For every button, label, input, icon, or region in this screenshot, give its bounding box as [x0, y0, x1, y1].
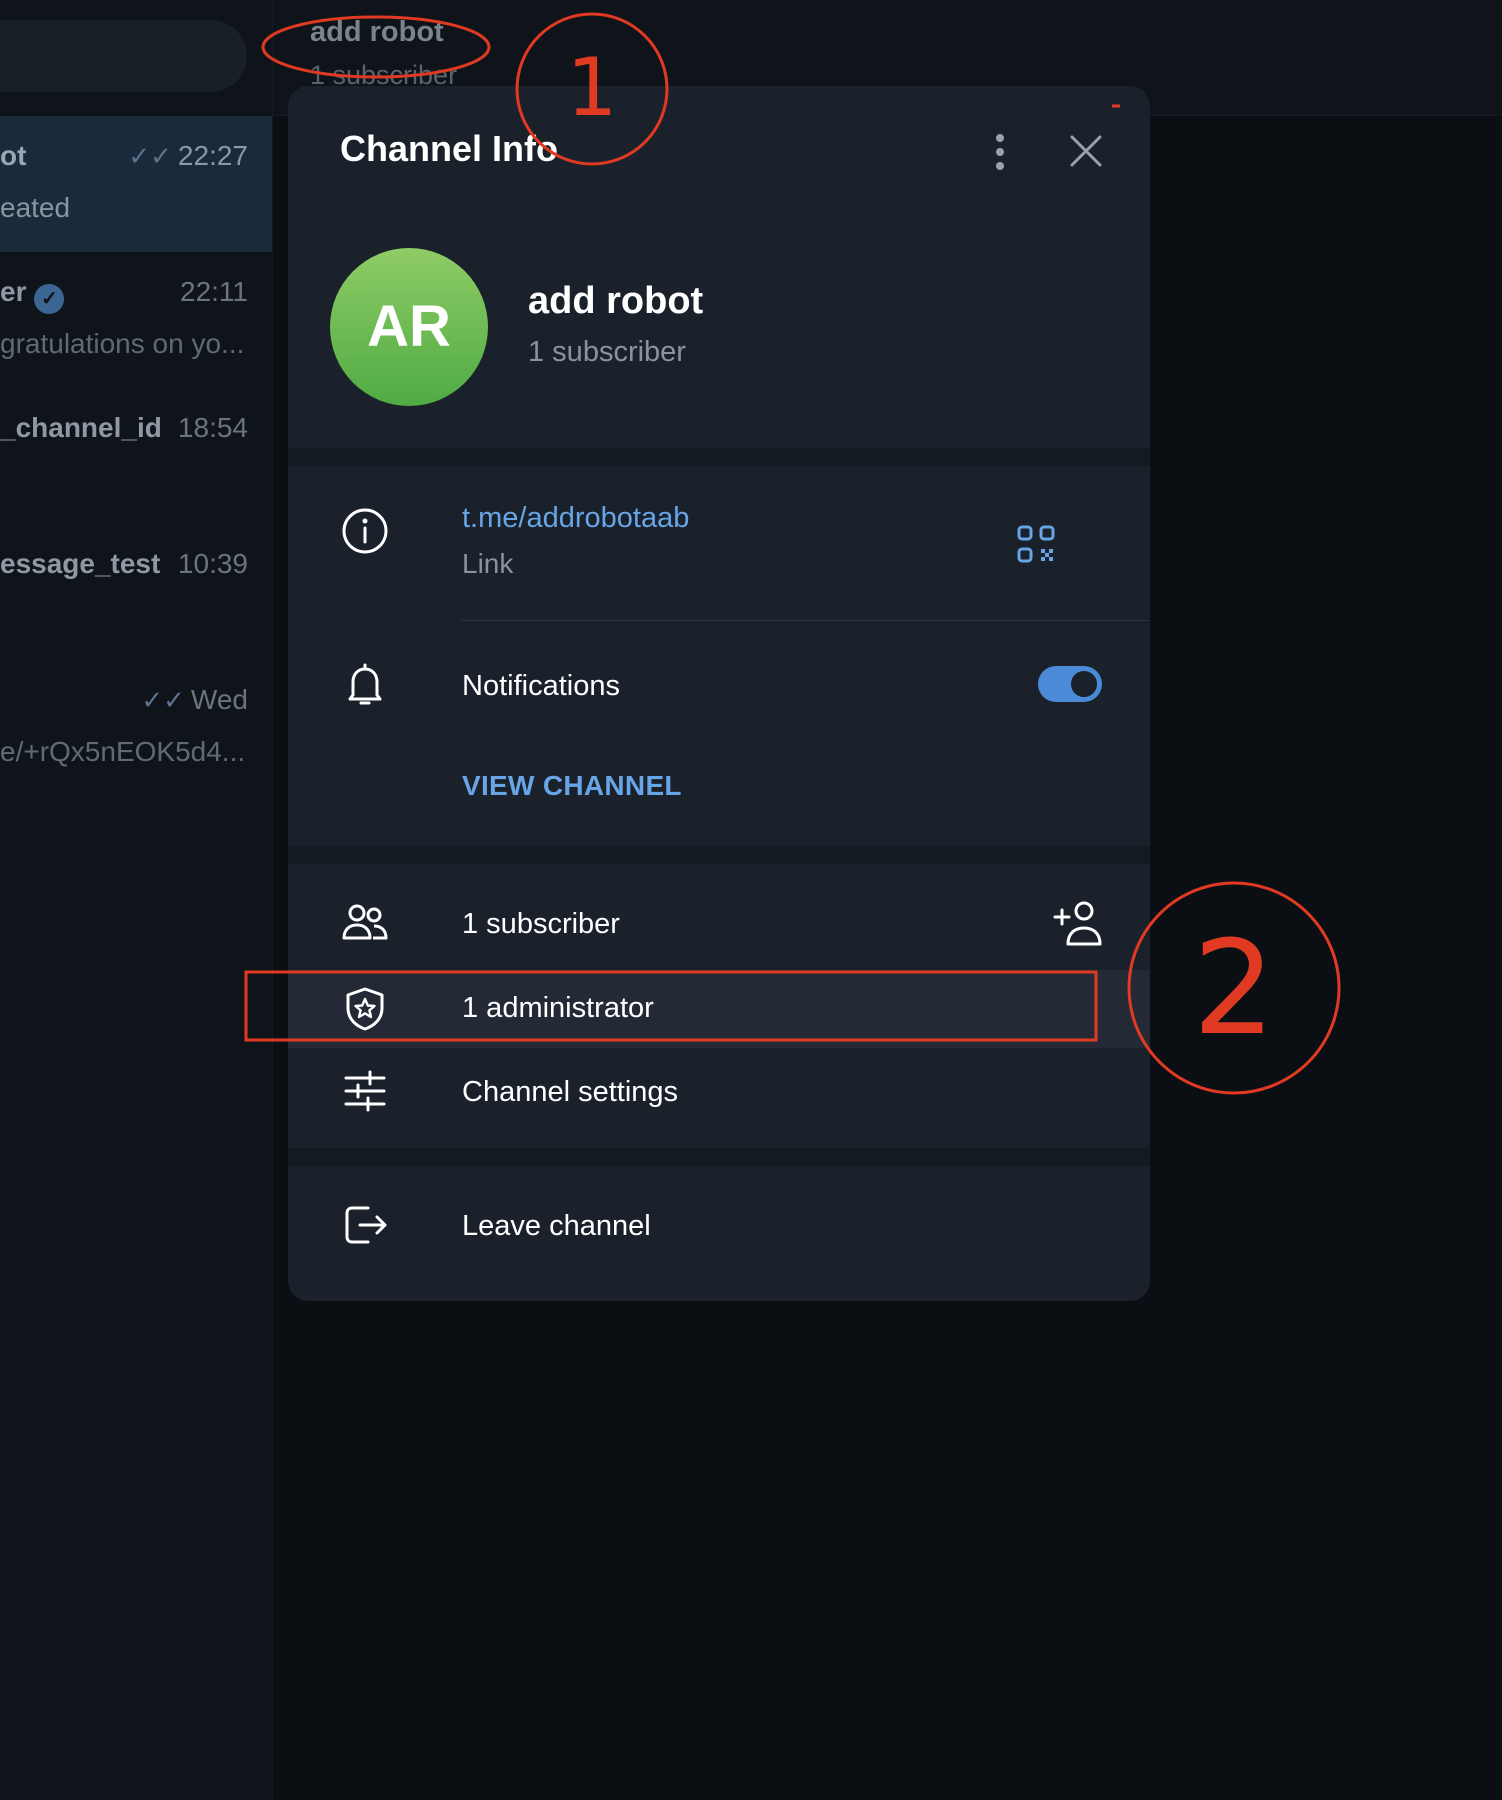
view-channel-button[interactable]: VIEW CHANNEL — [462, 770, 682, 802]
qr-code-icon — [1017, 525, 1055, 563]
more-options-button[interactable] — [978, 126, 1022, 176]
close-button[interactable] — [1064, 126, 1108, 176]
chat-list-item[interactable]: _channel_id 18:54 — [0, 388, 272, 524]
users-icon — [340, 898, 390, 948]
double-check-icon: ✓✓ — [128, 141, 172, 171]
section-divider — [288, 448, 1150, 466]
chat-time: 10:39 — [177, 548, 248, 579]
info-icon — [340, 506, 390, 556]
section-divider — [288, 1148, 1150, 1166]
chat-list-sidebar: ot ✓✓ 22:27 eated er ✓ 22:11 gratulations … — [0, 0, 273, 1800]
close-icon — [1070, 135, 1102, 167]
channel-link[interactable]: t.me/addrobotaab — [462, 502, 689, 535]
settings-sliders-icon — [340, 1066, 390, 1116]
modal-title: Channel Info — [340, 128, 558, 169]
chat-list-item[interactable]: er ✓ 22:11 gratulations on yo... — [0, 252, 272, 388]
channel-settings-row[interactable]: Channel settings — [462, 1076, 678, 1109]
qr-code-button[interactable] — [1014, 522, 1060, 568]
subscribers-row[interactable]: 1 subscriber — [462, 908, 620, 941]
row-separator — [460, 620, 1150, 621]
channel-name: add robot — [528, 280, 704, 322]
chat-name: er ✓ — [0, 276, 65, 314]
chat-list-item[interactable]: ot ✓✓ 22:27 eated — [0, 116, 272, 252]
more-vertical-icon — [996, 134, 1004, 170]
channel-subtitle: 1 subscriber — [528, 336, 686, 368]
notifications-label: Notifications — [462, 670, 620, 702]
notifications-toggle[interactable] — [1038, 666, 1102, 702]
chat-list-item[interactable]: ✓✓ Wed e/+rQx5nEOK5d4... — [0, 660, 272, 796]
bell-icon — [340, 660, 390, 710]
leave-channel-button[interactable]: Leave channel — [462, 1210, 651, 1243]
toggle-knob — [1068, 668, 1100, 700]
link-caption: Link — [462, 548, 514, 579]
search-input[interactable] — [0, 20, 247, 92]
chat-list-item[interactable]: essage_test 10:39 — [0, 524, 272, 660]
channel-info-modal: Channel Info AR add robot 1 subscriber t… — [288, 86, 1150, 1301]
header-title: add robot — [310, 16, 444, 48]
double-check-icon: ✓✓ — [141, 685, 185, 715]
verified-badge-icon: ✓ — [34, 284, 65, 314]
channel-avatar[interactable]: AR — [330, 248, 488, 406]
chat-name: ot — [0, 140, 27, 171]
section-divider — [288, 846, 1150, 864]
shield-star-icon — [340, 984, 390, 1034]
chat-time: 18:54 — [177, 412, 248, 443]
annotation-marker-2: 2 — [1192, 912, 1276, 1064]
add-user-icon — [1053, 901, 1102, 946]
chat-preview: e/+rQx5nEOK5d4... — [0, 736, 246, 767]
administrators-row[interactable]: 1 administrator — [288, 970, 1150, 1048]
chat-name: essage_test — [0, 548, 161, 579]
leave-icon — [340, 1200, 390, 1250]
chat-preview: gratulations on yo... — [0, 328, 245, 359]
add-member-button[interactable] — [1052, 898, 1104, 950]
chat-time: ✓✓ Wed — [141, 684, 248, 715]
chat-name: _channel_id — [0, 412, 162, 443]
chat-time: ✓✓ 22:27 — [128, 140, 248, 171]
chat-time: 22:11 — [180, 276, 248, 307]
administrators-label: 1 administrator — [462, 992, 654, 1024]
chat-preview: eated — [0, 192, 71, 223]
